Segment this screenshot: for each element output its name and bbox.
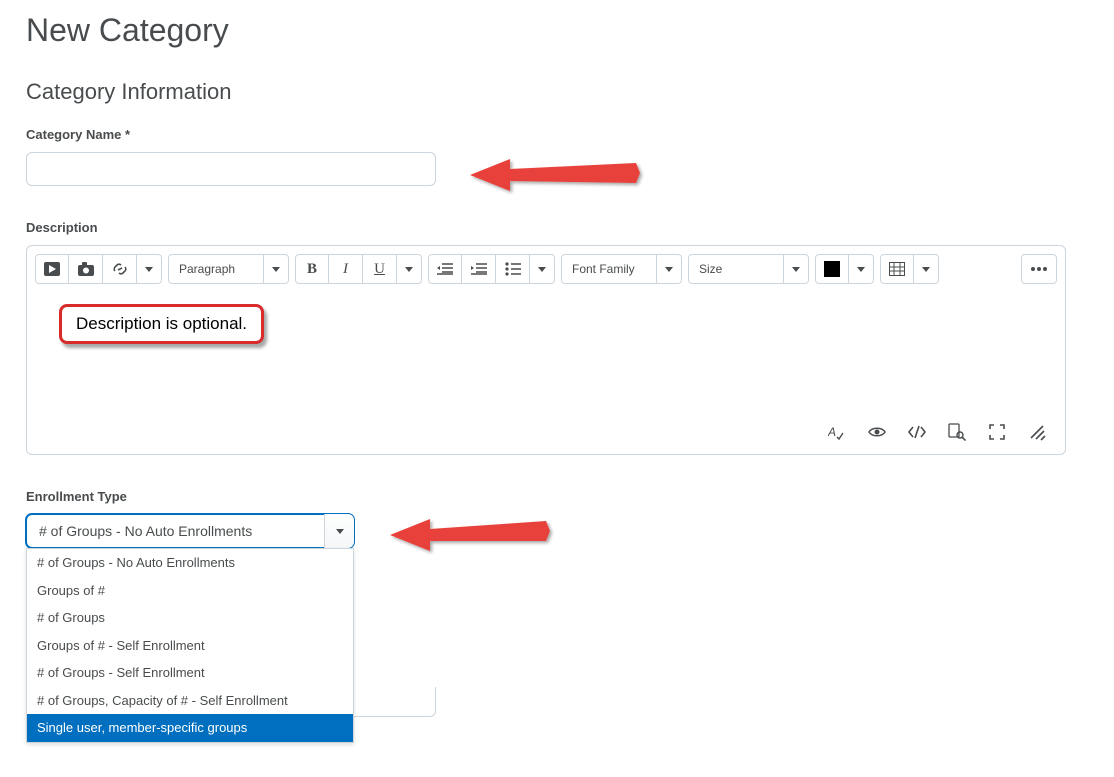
list-more-button[interactable] xyxy=(530,254,555,284)
description-optional-callout: Description is optional. xyxy=(59,304,264,344)
chevron-down-icon xyxy=(792,267,800,272)
enrollment-option[interactable]: # of Groups - Self Enrollment xyxy=(27,659,353,687)
enrollment-option[interactable]: # of Groups xyxy=(27,604,353,632)
bold-button[interactable]: B xyxy=(295,254,329,284)
section-title: Category Information xyxy=(26,79,1088,105)
text-color-button[interactable] xyxy=(815,254,849,284)
color-swatch-icon xyxy=(824,261,840,277)
page-title: New Category xyxy=(26,12,1088,49)
enrollment-type-label: Enrollment Type xyxy=(26,489,1088,504)
resize-handle[interactable] xyxy=(1027,422,1047,442)
font-family-select[interactable]: Font Family xyxy=(561,254,657,284)
code-icon xyxy=(907,425,927,439)
enrollment-option[interactable]: # of Groups, Capacity of # - Self Enroll… xyxy=(27,687,353,715)
enrollment-selected-value: # of Groups - No Auto Enrollments xyxy=(39,523,252,539)
underline-button[interactable]: U xyxy=(363,254,397,284)
play-icon xyxy=(44,262,60,276)
eye-icon xyxy=(867,425,887,439)
enrollment-option[interactable]: Groups of # - Self Enrollment xyxy=(27,632,353,660)
chevron-down-icon xyxy=(665,267,673,272)
outdent-icon xyxy=(437,262,453,276)
indent-icon xyxy=(471,262,487,276)
bullet-list-button[interactable] xyxy=(496,254,530,284)
insert-link-button[interactable] xyxy=(103,254,137,284)
fullscreen-button[interactable] xyxy=(987,422,1007,442)
editor-toolbar: Paragraph B I U xyxy=(27,246,1065,284)
indent-button[interactable] xyxy=(462,254,496,284)
paragraph-dropdown-button[interactable] xyxy=(264,254,289,284)
editor-footer: A xyxy=(27,414,1065,454)
table-dropdown-button[interactable] xyxy=(914,254,939,284)
search-doc-icon xyxy=(948,423,966,441)
text-style-more-button[interactable] xyxy=(397,254,422,284)
enrollment-option[interactable]: # of Groups - No Auto Enrollments xyxy=(27,549,353,577)
description-label: Description xyxy=(26,220,1088,235)
svg-text:A: A xyxy=(828,425,836,439)
enrollment-option[interactable]: Groups of # xyxy=(27,577,353,605)
resize-icon xyxy=(1028,423,1046,441)
chevron-down-icon xyxy=(922,267,930,272)
list-icon xyxy=(505,262,521,276)
accessibility-checker-button[interactable]: A xyxy=(827,422,847,442)
text-color-dropdown-button[interactable] xyxy=(849,254,874,284)
html-source-button[interactable] xyxy=(907,422,927,442)
table-icon xyxy=(889,262,905,276)
ellipsis-icon xyxy=(1030,266,1048,272)
more-actions-button[interactable] xyxy=(1021,254,1057,284)
preview-button[interactable] xyxy=(867,422,887,442)
insert-media-button[interactable] xyxy=(35,254,69,284)
paragraph-select[interactable]: Paragraph xyxy=(168,254,264,284)
a-check-icon: A xyxy=(828,423,846,441)
chevron-down-icon xyxy=(336,529,344,534)
font-family-dropdown-button[interactable] xyxy=(657,254,682,284)
expand-icon xyxy=(988,423,1006,441)
editor-content-area[interactable]: Description is optional. xyxy=(27,284,1065,414)
category-name-input[interactable] xyxy=(26,152,436,186)
link-icon xyxy=(112,262,128,276)
arrow-annotation-1 xyxy=(466,147,646,203)
chevron-down-icon xyxy=(857,267,865,272)
font-size-dropdown-button[interactable] xyxy=(784,254,809,284)
enrollment-type-select[interactable]: # of Groups - No Auto Enrollments xyxy=(26,514,354,548)
enrollment-option[interactable]: Single user, member-specific groups xyxy=(27,714,353,742)
outdent-button[interactable] xyxy=(428,254,462,284)
rich-text-editor: Paragraph B I U xyxy=(26,245,1066,455)
insert-more-button[interactable] xyxy=(137,254,162,284)
insert-table-button[interactable] xyxy=(880,254,914,284)
italic-button[interactable]: I xyxy=(329,254,363,284)
chevron-down-icon xyxy=(145,267,153,272)
camera-icon xyxy=(78,262,94,276)
enrollment-type-dropdown: # of Groups - No Auto EnrollmentsGroups … xyxy=(26,548,354,743)
find-replace-button[interactable] xyxy=(947,422,967,442)
font-size-select[interactable]: Size xyxy=(688,254,784,284)
chevron-down-icon xyxy=(272,267,280,272)
chevron-down-icon xyxy=(405,267,413,272)
chevron-down-icon xyxy=(538,267,546,272)
category-name-label: Category Name * xyxy=(26,127,1088,142)
select-toggle-button[interactable] xyxy=(324,514,354,548)
insert-image-button[interactable] xyxy=(69,254,103,284)
